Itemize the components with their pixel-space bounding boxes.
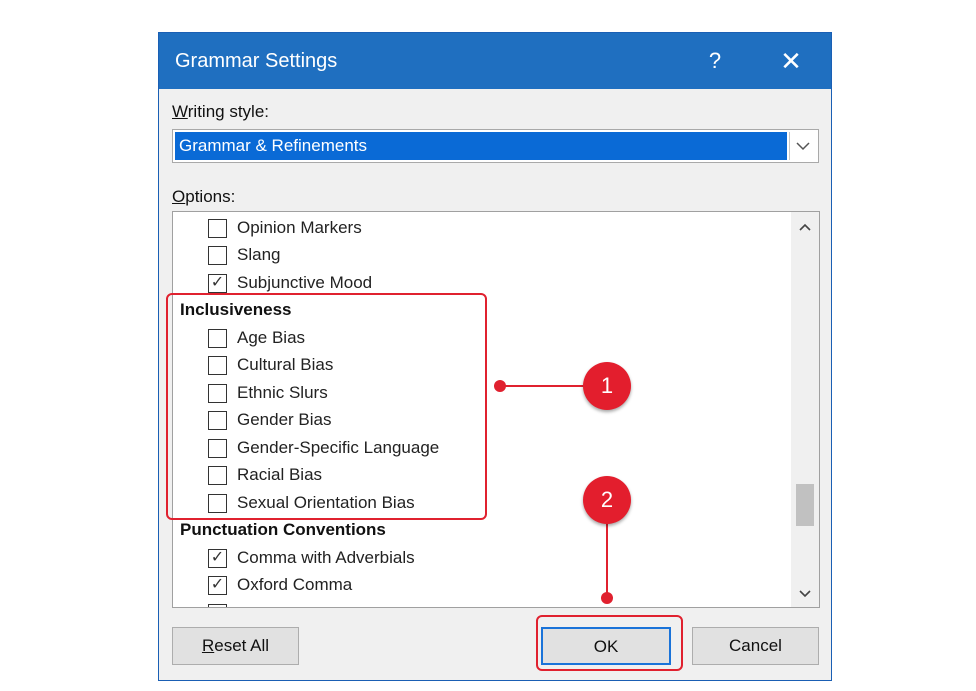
chevron-down-icon[interactable] [789, 132, 816, 160]
reset-mnemonic: R [201, 636, 215, 655]
checkbox[interactable]: ✓ [208, 274, 227, 293]
callout-badge-1: 1 [583, 362, 631, 410]
scrollbar-thumb[interactable] [796, 484, 814, 526]
callout-2-connector [606, 523, 608, 597]
reset-label-rest: eset All [214, 636, 270, 655]
scroll-down-arrow-icon[interactable] [791, 580, 819, 606]
option-partially-visible[interactable] [173, 600, 791, 607]
options-label-rest: ptions: [185, 187, 236, 206]
writing-style-selected-value[interactable]: Grammar & Refinements [175, 132, 787, 160]
option-label: Opinion Markers [237, 218, 362, 237]
help-button[interactable]: ? [697, 45, 733, 77]
option-label: Comma with Adverbials [237, 548, 415, 567]
ok-highlight-box [536, 615, 683, 671]
cancel-button[interactable]: Cancel [692, 627, 819, 665]
vertical-scrollbar[interactable] [791, 212, 819, 607]
callout-2-dot [601, 592, 613, 604]
checkbox[interactable] [208, 604, 227, 607]
writing-style-label-rest: riting style: [187, 102, 269, 121]
reset-all-button[interactable]: Reset All [172, 627, 299, 665]
category-punctuation-conventions: Punctuation Conventions [180, 520, 386, 539]
options-label-mnemonic: O [172, 187, 186, 206]
checkbox[interactable] [208, 219, 227, 238]
option-slang[interactable]: Slang [173, 242, 791, 269]
title-bar: Grammar Settings ? ✕ [159, 33, 831, 89]
checkbox[interactable]: ✓ [208, 549, 227, 568]
option-oxford-comma[interactable]: ✓ Oxford Comma [173, 572, 791, 599]
option-comma-with-adverbials[interactable]: ✓ Comma with Adverbials [173, 545, 791, 572]
writing-style-label-mnemonic: W [172, 102, 188, 121]
scroll-up-arrow-icon[interactable] [791, 213, 819, 239]
dialog-title: Grammar Settings [175, 50, 338, 72]
writing-style-dropdown[interactable]: Grammar & Refinements [172, 129, 819, 163]
option-opinion-markers[interactable]: Opinion Markers [173, 215, 791, 242]
close-button[interactable]: ✕ [771, 45, 811, 77]
callout-badge-2: 2 [583, 476, 631, 524]
option-label: Oxford Comma [237, 575, 353, 594]
options-label: Options: [172, 187, 235, 207]
checkbox[interactable] [208, 246, 227, 265]
option-label: Slang [237, 245, 281, 264]
checkbox[interactable]: ✓ [208, 576, 227, 595]
option-label: Subjunctive Mood [237, 273, 373, 292]
inclusiveness-highlight-box [166, 293, 487, 520]
callout-1-dot [494, 380, 506, 392]
callout-1-connector [500, 385, 584, 387]
writing-style-label: Writing style: [172, 102, 269, 122]
